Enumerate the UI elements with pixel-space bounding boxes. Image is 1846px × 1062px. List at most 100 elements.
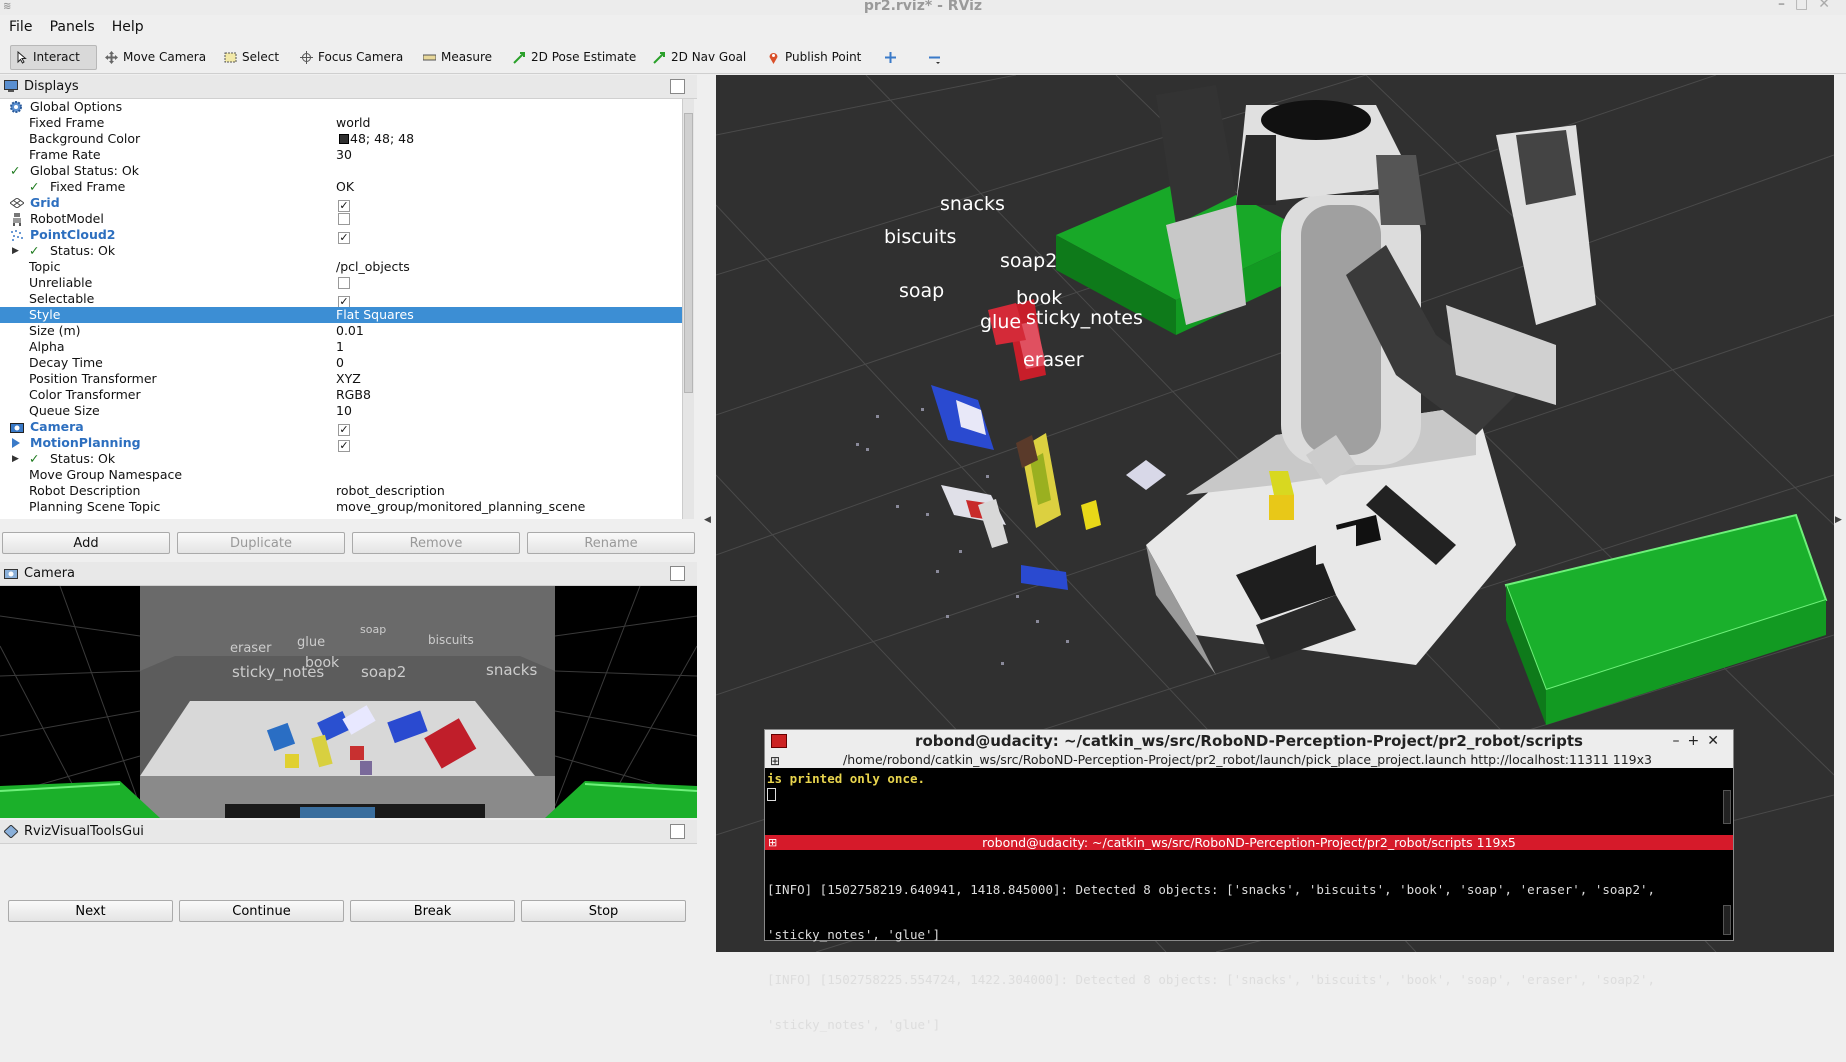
tree-row-motion-status[interactable]: ▶ ✓ Status: Ok	[0, 451, 682, 467]
row-value[interactable]: move_group/monitored_planning_scene	[336, 499, 585, 515]
right-edge-splitter[interactable]: ▶	[1834, 75, 1846, 952]
terminal-titlebar[interactable]: robond@udacity: ~/catkin_ws/src/RoboND-P…	[765, 730, 1733, 752]
break-button[interactable]: Break	[350, 900, 515, 922]
panel-splitter[interactable]: ◀	[697, 75, 716, 952]
nav-goal-tool[interactable]: 2D Nav Goal	[649, 45, 750, 70]
terminal-pane-bottom-titlebar[interactable]: ⊞ robond@udacity: ~/catkin_ws/src/RoboND…	[765, 835, 1733, 850]
expand-arrow-icon[interactable]: ▶	[12, 243, 19, 259]
menu-help[interactable]: Help	[112, 15, 144, 40]
remove-tool-button[interactable]	[924, 45, 945, 70]
float-panel-checkbox[interactable]	[670, 566, 685, 581]
tree-row-robotmodel[interactable]: RobotModel	[0, 211, 682, 227]
rename-display-button[interactable]: Rename	[527, 532, 695, 554]
menu-panels[interactable]: Panels	[50, 15, 95, 40]
tree-row-selectable[interactable]: Selectable ✓	[0, 291, 682, 308]
tree-row-fixed-frame[interactable]: Fixed Frame world	[0, 115, 682, 131]
terminal-window[interactable]: robond@udacity: ~/catkin_ws/src/RoboND-P…	[764, 729, 1734, 1032]
robotmodel-checkbox[interactable]	[338, 211, 350, 227]
tree-row-decay-time[interactable]: Decay Time 0	[0, 355, 682, 371]
expand-arrow-icon[interactable]: ▶	[12, 451, 19, 467]
tree-row-fixed-frame-status[interactable]: ✓ Fixed Frame OK	[0, 179, 682, 195]
displays-header: Displays	[0, 75, 697, 99]
tree-row-size[interactable]: Size (m) 0.01	[0, 323, 682, 339]
collapse-left-icon[interactable]: ◀	[704, 515, 711, 525]
row-key: Size (m)	[29, 323, 81, 338]
interact-tool[interactable]: Interact	[10, 45, 97, 70]
tree-row-position-transformer[interactable]: Position Transformer XYZ	[0, 371, 682, 387]
row-value[interactable]: /pcl_objects	[336, 259, 410, 275]
row-value[interactable]: 10	[336, 403, 352, 419]
camera-checkbox[interactable]: ✓	[338, 419, 350, 436]
split-terminal-icon[interactable]: ⊞	[770, 753, 780, 769]
add-display-button[interactable]: Add	[2, 532, 170, 554]
collapse-right-icon[interactable]: ▶	[1835, 515, 1842, 525]
float-panel-checkbox[interactable]	[670, 824, 685, 839]
tree-row-background-color[interactable]: Background Color 48; 48; 48	[0, 131, 682, 147]
tree-row-global-status[interactable]: ✓ Global Status: Ok	[0, 163, 682, 179]
tree-row-global-options[interactable]: Global Options	[0, 99, 682, 115]
publish-point-tool[interactable]: Publish Point	[763, 45, 865, 70]
tree-row-camera[interactable]: Camera ✓	[0, 419, 682, 436]
row-value[interactable]: Flat Squares	[336, 307, 414, 323]
tree-row-pointcloud2[interactable]: PointCloud2 ✓	[0, 227, 682, 244]
terminal-scrollbar-bottom[interactable]	[1723, 905, 1731, 935]
window-controls[interactable]: –□✕	[1778, 0, 1840, 11]
pose-estimate-tool[interactable]: 2D Pose Estimate	[509, 45, 640, 70]
row-key: Camera	[30, 419, 84, 434]
pointer-icon	[17, 51, 27, 64]
tree-row-pointcloud-status[interactable]: ▶ ✓ Status: Ok	[0, 243, 682, 259]
row-key: Planning Scene Topic	[29, 499, 161, 514]
unreliable-checkbox[interactable]	[338, 275, 350, 291]
tree-row-topic[interactable]: Topic /pcl_objects	[0, 259, 682, 275]
tree-row-color-transformer[interactable]: Color Transformer RGB8	[0, 387, 682, 403]
tree-scrollbar[interactable]	[682, 99, 694, 519]
tree-row-planning-scene-topic[interactable]: Planning Scene Topic move_group/monitore…	[0, 499, 682, 515]
pane-split-icon[interactable]: ⊞	[768, 835, 777, 850]
pointcloud2-checkbox[interactable]: ✓	[338, 227, 350, 244]
tree-row-grid[interactable]: Grid ✓	[0, 195, 682, 212]
row-value[interactable]: 48; 48; 48	[336, 131, 414, 147]
row-value[interactable]: world	[336, 115, 370, 131]
tree-row-style[interactable]: Style Flat Squares	[0, 307, 682, 323]
row-value[interactable]: 0	[336, 355, 344, 371]
next-button[interactable]: Next	[8, 900, 173, 922]
tree-row-robot-description[interactable]: Robot Description robot_description	[0, 483, 682, 499]
terminal-tab[interactable]: ⊞ /home/robond/catkin_ws/src/RoboND-Perc…	[765, 752, 1733, 768]
select-tool[interactable]: Select	[220, 45, 283, 70]
terminal-scrollbar-top[interactable]	[1723, 790, 1731, 824]
terminal-window-controls[interactable]: –+✕	[1673, 730, 1727, 752]
menu-file[interactable]: File	[9, 15, 32, 40]
motionplanning-checkbox[interactable]: ✓	[338, 435, 350, 452]
row-value[interactable]: 1	[336, 339, 344, 355]
pose-estimate-label: 2D Pose Estimate	[531, 50, 637, 64]
scrollbar-thumb[interactable]	[684, 113, 693, 393]
row-value[interactable]: 0.01	[336, 323, 364, 339]
camera-label-snacks: snacks	[486, 661, 538, 679]
focus-camera-tool[interactable]: Focus Camera	[296, 45, 407, 70]
row-value[interactable]: RGB8	[336, 387, 371, 403]
selectable-checkbox[interactable]: ✓	[338, 291, 350, 308]
grid-checkbox[interactable]: ✓	[338, 195, 350, 212]
float-panel-checkbox[interactable]	[670, 79, 685, 94]
terminal-pane-top[interactable]: is printed only once.	[765, 769, 1720, 827]
row-key: Grid	[30, 195, 60, 210]
tree-row-queue-size[interactable]: Queue Size 10	[0, 403, 682, 419]
row-value[interactable]: XYZ	[336, 371, 361, 387]
terminal-pane-bottom[interactable]: [INFO] [1502758219.640941, 1418.845000]:…	[765, 851, 1720, 1032]
tree-row-alpha[interactable]: Alpha 1	[0, 339, 682, 355]
move-camera-tool[interactable]: Move Camera	[101, 45, 210, 70]
tree-row-motionplanning[interactable]: MotionPlanning ✓	[0, 435, 682, 452]
row-value[interactable]: robot_description	[336, 483, 445, 499]
tree-row-frame-rate[interactable]: Frame Rate 30	[0, 147, 682, 163]
add-tool-button[interactable]	[880, 45, 901, 70]
camera-image-view[interactable]: eraser glue soap biscuits book sticky_no…	[0, 586, 697, 818]
duplicate-display-button[interactable]: Duplicate	[177, 532, 345, 554]
terminal-tab-label: /home/robond/catkin_ws/src/RoboND-Percep…	[843, 752, 1652, 767]
stop-button[interactable]: Stop	[521, 900, 686, 922]
row-value[interactable]: 30	[336, 147, 352, 163]
continue-button[interactable]: Continue	[179, 900, 344, 922]
tree-row-move-group-namespace[interactable]: Move Group Namespace	[0, 467, 682, 483]
tree-row-unreliable[interactable]: Unreliable	[0, 275, 682, 291]
remove-display-button[interactable]: Remove	[352, 532, 520, 554]
measure-tool[interactable]: Measure	[419, 45, 496, 70]
